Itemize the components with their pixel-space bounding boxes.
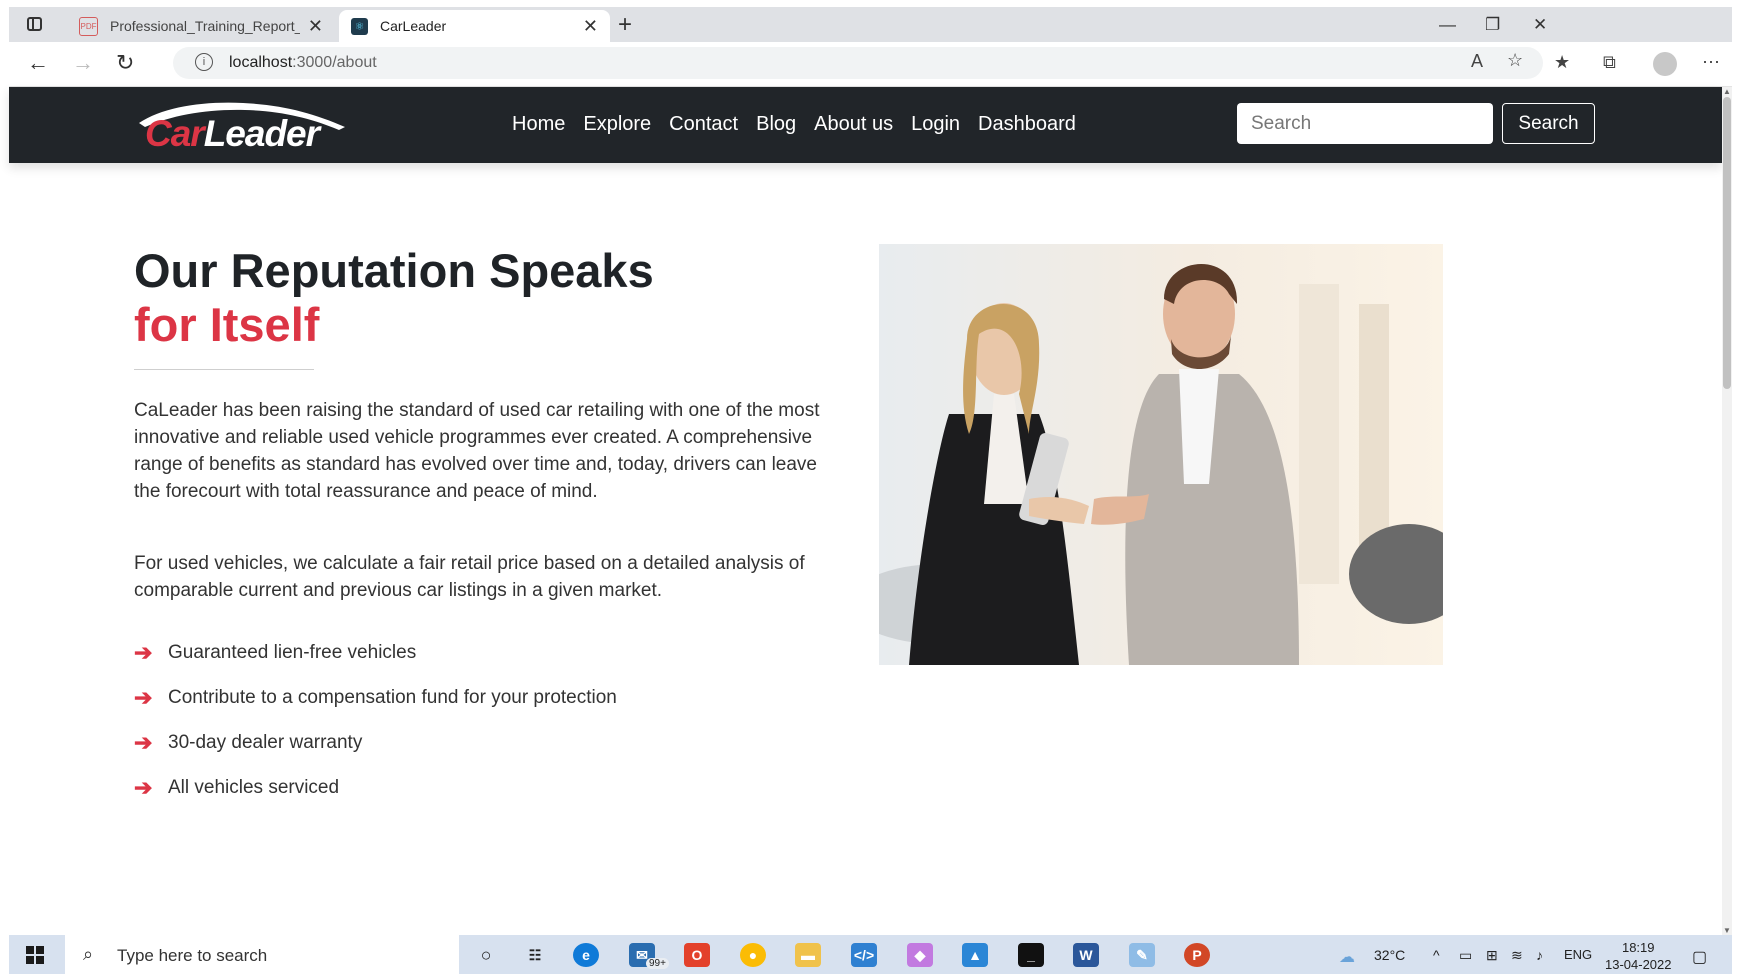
battery-icon[interactable]: ▭ [1459, 947, 1472, 964]
logo[interactable]: CarLeader [133, 97, 353, 155]
feature-text: Contribute to a compensation fund for yo… [168, 686, 617, 708]
info-icon[interactable]: i [195, 53, 213, 71]
screen: PDF Professional_Training_Report_39 ✕ ⚛ … [0, 0, 1741, 974]
react-icon: ⚛ [351, 17, 368, 35]
nav-explore[interactable]: Explore [583, 113, 651, 136]
site-header: CarLeader Home Explore Contact Blog Abou… [9, 87, 1722, 163]
handshake-photo [879, 244, 1443, 665]
chrome-icon[interactable]: ● [740, 943, 766, 967]
feature-list: ➔ Guaranteed lien-free vehicles ➔ Contribu… [134, 630, 617, 810]
arrow-right-icon: ➔ [134, 684, 153, 710]
favorites-icon[interactable]: ★ [1554, 52, 1570, 73]
logo-text: CarLeader [145, 113, 320, 154]
about-paragraph-2: For used vehicles, we calculate a fair r… [134, 553, 805, 601]
cortana-icon[interactable]: ○ [473, 943, 499, 967]
main-nav: Home Explore Contact Blog About us Login… [512, 113, 1076, 136]
forward-icon[interactable]: → [72, 50, 94, 76]
title-line-2: for Itself [134, 298, 320, 351]
mail-badge: 99+ [646, 958, 669, 969]
word-icon[interactable]: W [1073, 943, 1099, 967]
language-indicator[interactable]: ENG [1564, 947, 1592, 962]
clock-time: 18:19 [1621, 940, 1655, 955]
weather-text[interactable]: 32°C [1374, 947, 1405, 963]
git-kraken-icon[interactable]: ◆ [907, 943, 933, 967]
divider [134, 369, 314, 370]
tab-carleader[interactable]: ⚛ CarLeader ✕ [339, 10, 610, 42]
arrow-right-icon: ➔ [134, 639, 153, 665]
list-item: ➔ Guaranteed lien-free vehicles [134, 630, 617, 675]
back-icon[interactable]: ← [27, 50, 49, 76]
tab-close-icon[interactable]: ✕ [583, 16, 598, 37]
notifications-icon[interactable]: ▢ [1692, 947, 1707, 967]
clock-date: 13-04-2022 [1605, 957, 1672, 972]
file-explorer-icon[interactable]: ▬ [795, 943, 821, 967]
browser-tab-bar: PDF Professional_Training_Report_39 ✕ ⚛ … [9, 7, 1732, 42]
refresh-icon[interactable]: ↻ [116, 50, 134, 76]
task-view-icon[interactable]: ☷ [522, 943, 548, 967]
read-aloud-icon[interactable]: A [1471, 51, 1483, 72]
scroll-up-icon[interactable]: ▲ [1723, 87, 1731, 96]
collections-icon[interactable]: ⧉ [1603, 52, 1616, 73]
photos-icon[interactable]: ▲ [962, 943, 988, 967]
page-title: Our Reputation Speaks for Itself [134, 244, 654, 352]
clock[interactable]: 18:19 13-04-2022 [1605, 939, 1672, 973]
arrow-right-icon: ➔ [134, 774, 153, 800]
tab-title: CarLeader [380, 18, 447, 34]
nav-login[interactable]: Login [911, 113, 960, 136]
sidebar-icon[interactable] [25, 15, 47, 35]
page-scrollbar[interactable]: ▲ ▼ [1722, 87, 1732, 935]
scroll-thumb[interactable] [1723, 97, 1731, 389]
nav-dashboard[interactable]: Dashboard [978, 113, 1076, 136]
title-line-1: Our Reputation Speaks [134, 244, 654, 297]
more-icon[interactable]: ⋯ [1702, 52, 1720, 73]
new-tab-button[interactable]: + [618, 13, 632, 37]
list-item: ➔ 30-day dealer warranty [134, 720, 617, 765]
nav-home[interactable]: Home [512, 113, 565, 136]
minimize-button[interactable]: — [1439, 15, 1456, 35]
terminal-icon[interactable]: _ [1018, 943, 1044, 967]
scroll-down-icon[interactable]: ▼ [1723, 926, 1731, 935]
weather-icon[interactable]: ☁ [1339, 947, 1355, 967]
volume-icon[interactable]: ♪ [1536, 947, 1543, 963]
nav-contact[interactable]: Contact [669, 113, 738, 136]
edge-icon[interactable]: e [573, 943, 599, 967]
favorite-add-icon[interactable]: ☆ [1507, 50, 1523, 71]
url-text[interactable]: localhost:3000/about [229, 54, 377, 72]
profile-icon[interactable] [1653, 52, 1677, 76]
about-paragraph-1: CaLeader has been raising the standard o… [134, 400, 820, 502]
tab-professional-training-report[interactable]: PDF Professional_Training_Report_39 ✕ [67, 10, 335, 42]
nav-about-us[interactable]: About us [814, 113, 893, 136]
address-bar[interactable]: i localhost:3000/about A ☆ [173, 47, 1543, 79]
nav-blog[interactable]: Blog [756, 113, 796, 136]
taskbar-search[interactable]: ⌕ Type here to search [65, 935, 459, 974]
paint-icon[interactable]: ✎ [1129, 943, 1155, 967]
feature-text: All vehicles serviced [168, 776, 340, 798]
taskbar: ⌕ Type here to search ○ ☷ e ✉ 99+ O ● ▬ … [9, 935, 1732, 974]
feature-text: 30-day dealer warranty [168, 731, 363, 753]
powerpoint-icon[interactable]: P [1184, 943, 1210, 967]
list-item: ➔ Contribute to a compensation fund for y… [134, 675, 617, 720]
arrow-right-icon: ➔ [134, 729, 153, 755]
wifi-icon[interactable]: ≋ [1511, 947, 1523, 964]
browser-toolbar: ← → ↻ i localhost:3000/about A ☆ ★ ⧉ ⋯ [9, 42, 1732, 87]
window-close-button[interactable]: ✕ [1533, 15, 1547, 35]
device-icon[interactable]: ⊞ [1486, 947, 1498, 964]
office-icon[interactable]: O [684, 943, 710, 967]
search-button[interactable]: Search [1502, 103, 1595, 144]
windows-start-icon[interactable] [26, 946, 44, 964]
chevron-up-icon[interactable]: ^ [1433, 947, 1440, 963]
tab-title: Professional_Training_Report_39 [110, 18, 300, 34]
feature-text: Guaranteed lien-free vehicles [168, 641, 417, 663]
search-input[interactable] [1237, 103, 1493, 144]
pdf-icon: PDF [79, 16, 98, 36]
vscode-icon[interactable]: </> [851, 943, 877, 967]
tab-close-icon[interactable]: ✕ [308, 16, 323, 37]
restore-button[interactable]: ❐ [1485, 15, 1500, 35]
list-item: ➔ All vehicles serviced [134, 765, 617, 810]
taskbar-search-text: Type here to search [117, 946, 268, 965]
search-icon: ⌕ [83, 944, 94, 964]
